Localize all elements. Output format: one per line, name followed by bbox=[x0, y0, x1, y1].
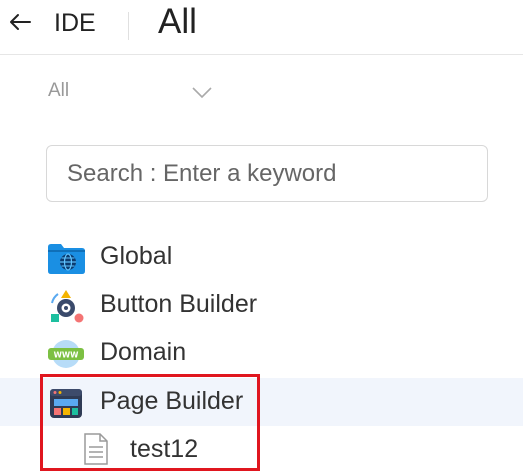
search-input[interactable] bbox=[65, 146, 469, 202]
header-divider bbox=[128, 12, 129, 40]
ide-label: IDE bbox=[54, 9, 96, 37]
globe-folder-icon bbox=[48, 244, 85, 274]
tree-item-button-builder[interactable]: Button Builder bbox=[0, 281, 523, 329]
tree-item-label: Page Builder bbox=[100, 387, 244, 415]
tree-item-domain[interactable]: WWW Domain bbox=[0, 329, 523, 377]
tree-item-label: test12 bbox=[130, 435, 199, 463]
domain-www-icon: WWW bbox=[48, 340, 84, 368]
tree-item-page-builder[interactable]: Page Builder bbox=[0, 378, 523, 426]
document-icon bbox=[84, 433, 108, 465]
filter-selected-value: All bbox=[48, 80, 70, 101]
tree-item-label: Button Builder bbox=[100, 290, 258, 318]
button-builder-icon bbox=[51, 290, 84, 323]
tree-item-label: Global bbox=[100, 242, 173, 270]
search-box[interactable] bbox=[46, 145, 488, 202]
tree-item-test12[interactable]: test12 bbox=[0, 426, 523, 474]
chevron-down-icon[interactable] bbox=[190, 83, 214, 101]
top-bar: IDE All bbox=[0, 0, 523, 55]
tree-item-label: Domain bbox=[100, 338, 187, 366]
page-builder-icon bbox=[50, 389, 82, 418]
arrow-left-icon[interactable] bbox=[6, 8, 34, 36]
page-title: All bbox=[158, 2, 197, 41]
tree-item-global[interactable]: Global bbox=[0, 233, 523, 281]
svg-text:WWW: WWW bbox=[54, 351, 80, 360]
